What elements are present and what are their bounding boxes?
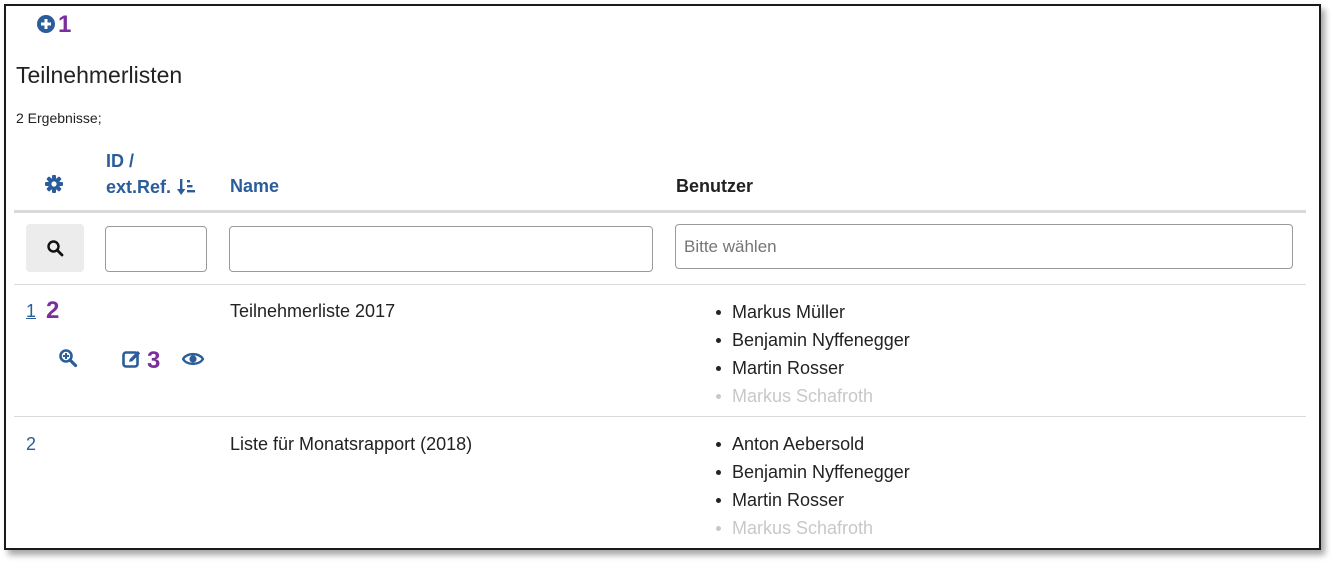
users-filter-select[interactable] (675, 224, 1293, 269)
row-1-id-link[interactable]: 1 (26, 301, 36, 322)
page-title: Teilnehmerlisten (16, 62, 183, 88)
annotation-1: 1 (58, 11, 72, 38)
search-button[interactable] (26, 224, 84, 272)
column-settings-button[interactable] (44, 174, 64, 194)
add-list-button[interactable] (36, 14, 58, 36)
sort-id-header[interactable]: ID / ext.Ref. (106, 148, 197, 200)
annotation-3: 3 (147, 347, 161, 374)
list-item: Anton Aebersold (716, 430, 910, 458)
annotation-2: 2 (46, 297, 60, 324)
row-2-name: Liste für Monatsrapport (2018) (230, 434, 473, 454)
filter-divider (14, 284, 1306, 285)
list-item: Martin Rosser (716, 486, 910, 514)
name-column-header[interactable]: Name (230, 173, 279, 199)
users-column-header: Benutzer (676, 176, 754, 196)
plus-circle-icon (37, 15, 55, 33)
list-item: Benjamin Nyffenegger (716, 458, 910, 486)
list-item: Martin Rosser (716, 354, 910, 382)
row-2-users-list: Anton Aebersold Benjamin Nyffenegger Mar… (716, 430, 910, 542)
id-header-line1: ID / (106, 151, 135, 171)
row-1-name: Teilnehmerliste 2017 (230, 301, 396, 321)
gear-icon (45, 175, 63, 193)
list-item: Markus Schafroth (716, 514, 910, 542)
zoom-in-icon (59, 349, 78, 368)
id-filter-input[interactable] (105, 226, 207, 272)
row-1-users-list: Markus Müller Benjamin Nyffenegger Marti… (716, 298, 910, 410)
row-2-id-link[interactable]: 2 (26, 434, 36, 455)
id-header-line2: ext.Ref. (106, 177, 172, 197)
list-item: Markus Müller (716, 298, 910, 326)
result-count: 2 Ergebnisse; (16, 110, 102, 126)
eye-icon (182, 352, 204, 366)
sort-desc-icon (177, 177, 197, 197)
header-divider (14, 210, 1306, 213)
page-frame: 1 Teilnehmerlisten 2 Ergebnisse; ID / ex… (4, 4, 1321, 550)
list-item: Markus Schafroth (716, 382, 910, 410)
row-divider (14, 416, 1306, 417)
row-1-edit-button[interactable] (122, 349, 142, 369)
list-item: Benjamin Nyffenegger (716, 326, 910, 354)
row-1-view-button[interactable] (58, 348, 78, 368)
search-icon (47, 240, 64, 257)
name-filter-input[interactable] (229, 226, 653, 272)
row-1-preview-button[interactable] (182, 351, 204, 367)
edit-icon (122, 351, 141, 368)
